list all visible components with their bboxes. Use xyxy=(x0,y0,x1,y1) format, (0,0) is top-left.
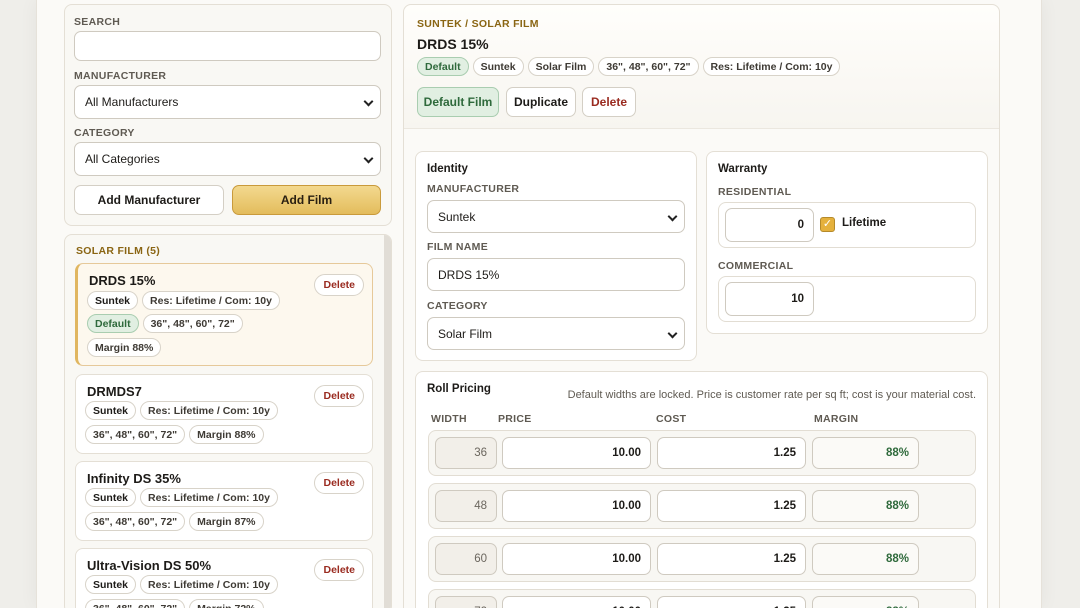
roll-pricing-heading: Roll Pricing xyxy=(427,383,491,395)
margin-tag: Margin 87% xyxy=(189,512,264,531)
category-select[interactable]: Solar Film xyxy=(427,317,685,350)
margin-tag: Margin 88% xyxy=(189,425,264,444)
delete-button[interactable]: Delete xyxy=(582,87,636,117)
scrollbar[interactable] xyxy=(384,235,391,608)
delete-film-button[interactable]: Delete xyxy=(314,472,364,494)
film-name: DRDS 15% xyxy=(89,273,156,288)
chevron-down-icon xyxy=(363,153,374,164)
search-label: SEARCH xyxy=(74,16,121,28)
warranty-section: Warranty RESIDENTIAL 0 ✓ Lifetime COMMER… xyxy=(706,151,988,334)
manufacturer-filter-select[interactable]: All Manufacturers xyxy=(74,85,381,119)
film-name-input[interactable]: DRDS 15% xyxy=(427,258,685,291)
roll-pricing-note: Default widths are locked. Price is cust… xyxy=(567,389,976,401)
col-margin: MARGIN xyxy=(814,413,859,425)
warranty-tag: Res: Lifetime / Com: 10y xyxy=(142,291,280,310)
film-list-heading: SOLAR FILM (5) xyxy=(76,245,161,257)
widths-tag: 36", 48", 60", 72" xyxy=(142,314,243,333)
margin-tag: Margin 72% xyxy=(189,599,264,608)
price-input[interactable]: 10.00 xyxy=(502,490,651,522)
widths-tag: 36", 48", 60", 72" xyxy=(598,57,699,76)
chevron-down-icon xyxy=(667,211,678,221)
residential-label: RESIDENTIAL xyxy=(718,186,792,198)
margin-value: 88% xyxy=(812,543,919,575)
manufacturer-tag: Suntek xyxy=(85,575,137,594)
cost-input[interactable]: 1.25 xyxy=(657,543,806,575)
cost-input[interactable]: 1.25 xyxy=(657,490,806,522)
add-film-button[interactable]: Add Film xyxy=(232,185,381,215)
lifetime-label[interactable]: Lifetime xyxy=(842,217,886,229)
film-item[interactable]: DRMDS7 Delete Suntek Res: Lifetime / Com… xyxy=(75,374,373,454)
width-field: 36 xyxy=(435,437,497,469)
cost-input[interactable]: 1.25 xyxy=(657,437,806,469)
widths-tag: 36", 48", 60", 72" xyxy=(85,599,186,608)
col-width: WIDTH xyxy=(431,413,467,425)
price-input[interactable]: 10.00 xyxy=(502,543,651,575)
widths-tag: 36", 48", 60", 72" xyxy=(85,512,186,531)
price-input[interactable]: 10.00 xyxy=(502,437,651,469)
film-item[interactable]: DRDS 15% Delete Suntek Res: Lifetime / C… xyxy=(75,263,373,366)
chevron-down-icon xyxy=(667,328,678,338)
chevron-down-icon xyxy=(363,96,374,107)
delete-film-button[interactable]: Delete xyxy=(314,385,364,407)
manufacturer-tag: Suntek xyxy=(85,401,137,420)
warranty-tag: Res: Lifetime / Com: 10y xyxy=(140,488,278,507)
margin-tag: Margin 88% xyxy=(87,338,162,357)
warranty-tag: Res: Lifetime / Com: 10y xyxy=(140,401,278,420)
duplicate-button[interactable]: Duplicate xyxy=(506,87,576,117)
breadcrumb: SUNTEK / SOLAR FILM xyxy=(417,18,539,30)
commercial-label: COMMERCIAL xyxy=(718,260,794,272)
manufacturer-tag: Suntek xyxy=(85,488,137,507)
category-label: CATEGORY xyxy=(427,300,488,312)
filter-panel: SEARCH MANUFACTURER All Manufacturers CA… xyxy=(64,4,392,226)
col-cost: COST xyxy=(656,413,687,425)
manufacturer-filter-label: MANUFACTURER xyxy=(74,70,167,82)
cost-input[interactable]: 1.25 xyxy=(657,596,806,608)
identity-heading: Identity xyxy=(427,163,468,175)
add-manufacturer-button[interactable]: Add Manufacturer xyxy=(74,185,224,215)
margin-value: 88% xyxy=(812,437,919,469)
film-name: Infinity DS 35% xyxy=(87,471,181,486)
default-film-button[interactable]: Default Film xyxy=(417,87,499,117)
roll-pricing-section: Roll Pricing Default widths are locked. … xyxy=(415,371,988,608)
warranty-tag: Res: Lifetime / Com: 10y xyxy=(140,575,278,594)
manufacturer-label: MANUFACTURER xyxy=(427,183,520,195)
manufacturer-select[interactable]: Suntek xyxy=(427,200,685,233)
commercial-years-input[interactable]: 10 xyxy=(725,282,814,316)
default-badge: Default xyxy=(417,57,469,76)
widths-tag: 36", 48", 60", 72" xyxy=(85,425,186,444)
search-input[interactable] xyxy=(74,31,381,61)
warranty-tag: Res: Lifetime / Com: 10y xyxy=(702,57,841,76)
width-field: 48 xyxy=(435,490,497,522)
category-filter-label: CATEGORY xyxy=(74,127,135,139)
margin-value: 88% xyxy=(812,596,919,608)
film-detail-panel: SUNTEK / SOLAR FILM DRDS 15% Default Sun… xyxy=(403,4,1000,608)
page-title: DRDS 15% xyxy=(417,36,489,52)
delete-film-button[interactable]: Delete xyxy=(314,274,364,296)
category-filter-select[interactable]: All Categories xyxy=(74,142,381,176)
width-field: 60 xyxy=(435,543,497,575)
identity-section: Identity MANUFACTURER Suntek FILM NAME D… xyxy=(415,151,697,361)
col-price: PRICE xyxy=(498,413,532,425)
film-name: Ultra-Vision DS 50% xyxy=(87,558,212,573)
app-shell: SEARCH MANUFACTURER All Manufacturers CA… xyxy=(36,0,1042,608)
margin-value: 88% xyxy=(812,490,919,522)
film-list-panel: SOLAR FILM (5) DRDS 15% Delete Suntek Re… xyxy=(64,234,392,608)
delete-film-button[interactable]: Delete xyxy=(314,559,364,581)
film-item[interactable]: Infinity DS 35% Delete Suntek Res: Lifet… xyxy=(75,461,373,541)
price-input[interactable]: 10.00 xyxy=(502,596,651,608)
width-field: 72 xyxy=(435,596,497,608)
warranty-heading: Warranty xyxy=(718,163,768,175)
film-name-label: FILM NAME xyxy=(427,241,489,253)
lifetime-checkbox[interactable]: ✓ xyxy=(820,217,835,232)
residential-years-input[interactable]: 0 xyxy=(725,208,814,242)
category-tag: Solar Film xyxy=(527,57,595,76)
manufacturer-tag: Suntek xyxy=(87,291,139,310)
film-item[interactable]: Ultra-Vision DS 50% Delete Suntek Res: L… xyxy=(75,548,373,608)
film-name: DRMDS7 xyxy=(87,384,142,399)
default-badge: Default xyxy=(87,314,139,333)
manufacturer-tag: Suntek xyxy=(472,57,524,76)
